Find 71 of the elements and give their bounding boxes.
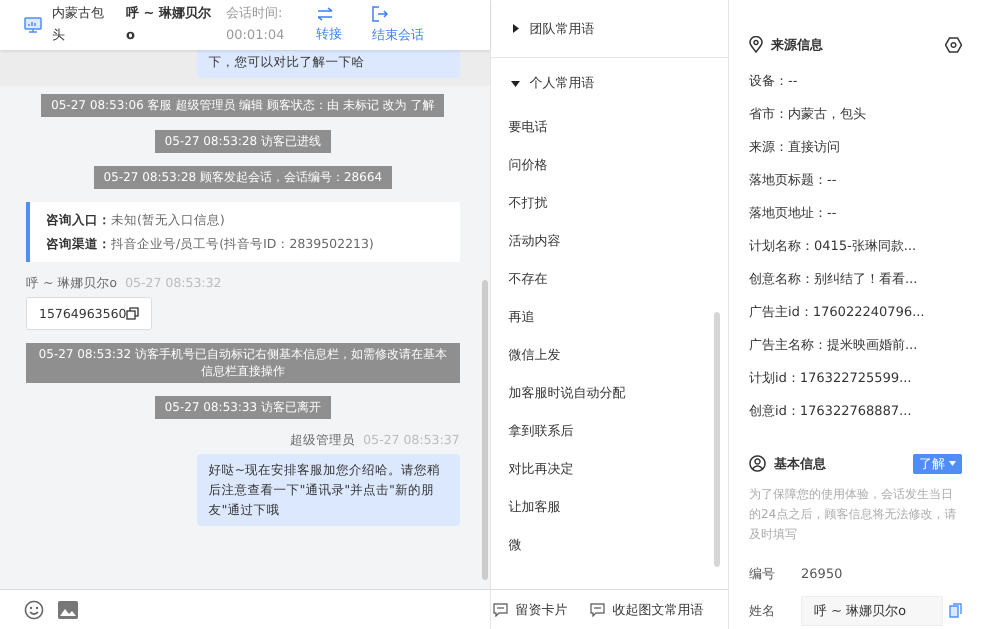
- location-pin-icon: [749, 36, 763, 54]
- copy-icon[interactable]: [949, 603, 962, 618]
- info-text: 设备：--: [749, 73, 798, 92]
- copy-icon: [126, 307, 140, 320]
- location-text: 内蒙古包头: [52, 5, 105, 45]
- phrase-item[interactable]: 加客服时说自动分配: [490, 374, 728, 412]
- message-icon: [492, 602, 508, 616]
- info-text: 计划名称：0415-张琳同款...: [749, 238, 916, 256]
- system-notice: 05-27 08:53:06 客服 超级管理员 编辑 顾客状态：由 未标记 改为 了解: [41, 94, 444, 117]
- info-text: 广告主名称：提米映画婚前...: [749, 337, 918, 356]
- image-icon[interactable]: [58, 600, 78, 618]
- system-notice: 05-27 08:53:28 访客已进线: [154, 130, 331, 153]
- phrase-item[interactable]: 活动内容: [490, 222, 728, 260]
- caret-icon: [510, 24, 520, 33]
- info-text: 创意id：176322768887...: [749, 403, 912, 422]
- phrase-item[interactable]: 拿到联系后: [490, 412, 728, 450]
- message-bubble: 下，您可以对比了解一下哈: [196, 50, 460, 78]
- info-text: 创意名称：别纠结了！看看...: [749, 271, 918, 290]
- section-title: 来源信息: [771, 36, 824, 54]
- phrase-item[interactable]: 问价格: [490, 146, 728, 184]
- lead-card-button[interactable]: 留资卡片: [492, 600, 568, 618]
- monitor-icon: [24, 17, 42, 33]
- phrase-item[interactable]: 不打扰: [490, 184, 728, 222]
- section-title: 基本信息: [774, 456, 827, 473]
- system-notice: 05-27 08:53:33 访客已离开: [154, 396, 331, 419]
- caret-icon: [949, 461, 956, 466]
- scrollbar[interactable]: [714, 312, 720, 567]
- end-session-button[interactable]: 结束会话: [372, 6, 424, 44]
- phrase-item[interactable]: 微: [490, 526, 728, 564]
- phrase-group-header[interactable]: 团队常用语: [490, 0, 728, 58]
- name-field[interactable]: 呼 ~ 琳娜贝尔o: [801, 596, 943, 626]
- user-icon: [749, 455, 766, 472]
- info-text: 广告主id：176022240796...: [749, 304, 925, 322]
- entry-text: 咨询入口：未知(暂无入口信息): [46, 211, 226, 229]
- session-time: 00:01:04: [226, 27, 286, 45]
- info-text: 来源：直接访问: [749, 139, 840, 158]
- sender-name: 超级管理员: [290, 432, 356, 449]
- message-time: 05-27 08:53:32: [125, 275, 222, 292]
- message-bubble: 好哒~现在安排客服加您介绍哈。请您稍后注意查看一下"通讯录"并点击"新的朋友"通过下哦: [196, 454, 460, 526]
- info-text: 落地页标题：--: [749, 172, 836, 190]
- settings-icon[interactable]: [945, 36, 962, 53]
- session-time-label: 会话时间:: [226, 5, 284, 23]
- swap-icon: [316, 7, 334, 21]
- notice-text: 为了保障您的使用体验，会话发生当日的24点之后，顾客信息将无法修改，请及时填写: [749, 486, 958, 544]
- caret-icon: [510, 78, 520, 88]
- phrase-item[interactable]: 微信上发: [490, 336, 728, 374]
- message-time: 05-27 08:53:37: [363, 432, 460, 449]
- info-text: 省市：内蒙古，包头: [749, 106, 866, 124]
- scrollbar[interactable]: [482, 280, 488, 580]
- phrase-item[interactable]: 要电话: [490, 108, 728, 146]
- collapse-phrases-button[interactable]: 收起图文常用语: [590, 600, 704, 618]
- entry-text: 咨询渠道：抖音企业号/员工号(抖音号ID：2839502213): [46, 235, 375, 253]
- visitor-name: 呼 ~ 琳娜贝尔o: [126, 4, 212, 45]
- info-text: 计划id：176322725599...: [749, 370, 912, 388]
- field-label: 姓名: [749, 602, 776, 620]
- phrase-item[interactable]: 再追: [490, 298, 728, 336]
- message-icon: [590, 602, 605, 616]
- system-notice: 05-27 08:53:32 访客手机号已自动标记右侧基本信息栏，如需修改请在基本信息栏直接操作: [26, 343, 460, 383]
- emoji-icon[interactable]: [24, 600, 44, 620]
- system-notice: 05-27 08:53:28 顾客发起会话，会话编号：28664: [94, 166, 392, 189]
- phrase-group-header[interactable]: 个人常用语: [490, 58, 728, 108]
- message-bubble: 15764963560: [26, 297, 152, 330]
- phrase-item[interactable]: 让加客服: [490, 488, 728, 526]
- phrase-item[interactable]: 对比再决定: [490, 450, 728, 488]
- field-value: 26950: [801, 566, 842, 582]
- info-text: 落地页地址：--: [749, 205, 836, 224]
- field-label: 编号: [749, 566, 776, 584]
- transfer-button[interactable]: 转接: [316, 7, 342, 43]
- sender-name: 呼 ~ 琳娜贝尔o: [26, 275, 118, 292]
- phrase-item[interactable]: 不存在: [490, 260, 728, 298]
- exit-icon: [372, 6, 388, 22]
